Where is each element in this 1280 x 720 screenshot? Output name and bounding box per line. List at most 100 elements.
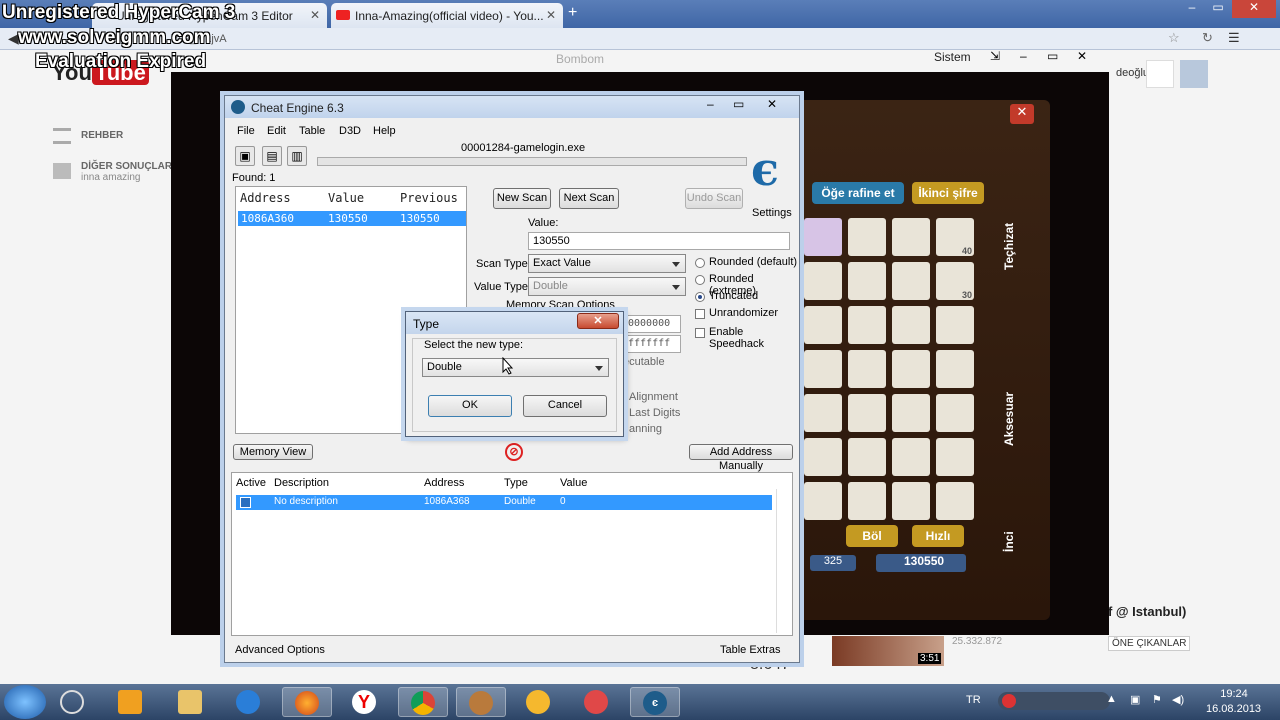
type-select[interactable]: Double	[422, 358, 609, 377]
active-checkbox[interactable]	[240, 497, 251, 508]
clock-date[interactable]: 16.08.2013	[1206, 703, 1261, 715]
featured-badge[interactable]: ÖNE ÇIKANLAR	[1108, 636, 1191, 651]
value-input[interactable]: 130550	[528, 232, 790, 250]
game-close-icon[interactable]: ✕	[1077, 49, 1087, 63]
inventory-slot[interactable]	[804, 438, 842, 476]
inventory-slot[interactable]	[892, 306, 930, 344]
minimize-icon[interactable]: –	[1178, 0, 1206, 18]
table-scrollbar[interactable]	[776, 489, 790, 633]
new-tab-icon[interactable]: +	[568, 4, 577, 22]
flag-icon[interactable]: ⚑	[1152, 693, 1162, 706]
star-icon[interactable]: ☆	[1168, 30, 1180, 46]
advanced-options-link[interactable]: Advanced Options	[235, 644, 325, 656]
resize-icon[interactable]: ⇲	[990, 49, 1000, 63]
inventory-slot[interactable]	[892, 482, 930, 520]
inventory-slot[interactable]	[936, 350, 974, 388]
menu-file[interactable]: File	[237, 125, 255, 137]
taskbar-app[interactable]	[572, 687, 622, 717]
quick-button[interactable]: Hızlı	[912, 525, 964, 547]
inventory-slot[interactable]	[892, 350, 930, 388]
radio-rounded-extreme[interactable]	[695, 275, 705, 285]
col-address[interactable]: Address	[424, 477, 464, 489]
memory-view-button[interactable]: Memory View	[233, 444, 313, 460]
taskbar-app[interactable]	[48, 687, 98, 717]
col-active[interactable]: Active	[236, 477, 266, 489]
inventory-slot[interactable]: 30	[936, 262, 974, 300]
split-button[interactable]: Böl	[846, 525, 898, 547]
undo-scan-button[interactable]: Undo Scan	[685, 188, 743, 209]
inventory-slot[interactable]	[848, 482, 886, 520]
col-value[interactable]: Value	[560, 477, 587, 489]
inventory-slot[interactable]	[936, 438, 974, 476]
unrandomizer-checkbox[interactable]	[695, 309, 705, 319]
taskbar-app[interactable]	[398, 687, 448, 717]
result-row[interactable]: 1086A360 130550 130550	[238, 211, 466, 226]
inventory-slot[interactable]	[936, 482, 974, 520]
menu-icon[interactable]: ☰	[1228, 30, 1240, 46]
new-scan-button[interactable]: New Scan	[493, 188, 551, 209]
tab-close-icon[interactable]: ✕	[310, 8, 320, 22]
save-icon[interactable]: ▥	[287, 146, 307, 166]
col-previous[interactable]: Previous	[400, 191, 458, 205]
speedhack-checkbox[interactable]	[695, 328, 705, 338]
menu-edit[interactable]: Edit	[267, 125, 286, 137]
radio-rounded-default[interactable]	[695, 258, 705, 268]
clock-time[interactable]: 19:24	[1214, 688, 1254, 700]
ok-button[interactable]: OK	[428, 395, 512, 417]
maximize-icon[interactable]: ▭	[1204, 0, 1232, 18]
value-type-select[interactable]: Double	[528, 277, 686, 296]
volume-icon[interactable]: ◀)	[1172, 693, 1184, 706]
reload-icon[interactable]: ↻	[1202, 30, 1213, 46]
network-icon[interactable]: ▣	[1130, 693, 1140, 706]
col-type[interactable]: Type	[504, 477, 528, 489]
open-process-icon[interactable]: ▣	[235, 146, 255, 166]
menu-d3d[interactable]: D3D	[339, 125, 361, 137]
start-address-input[interactable]: 0000000	[623, 315, 681, 333]
inventory-slot[interactable]	[848, 262, 886, 300]
ce-close-icon[interactable]: ✕	[767, 97, 777, 111]
cancel-button[interactable]: Cancel	[523, 395, 607, 417]
inventory-slot[interactable]	[892, 438, 930, 476]
inventory-slot[interactable]	[804, 394, 842, 432]
stop-address-input[interactable]: fffffff	[623, 335, 681, 353]
game-minimize-icon[interactable]: –	[1020, 49, 1027, 63]
ce-minimize-icon[interactable]: –	[707, 97, 714, 111]
table-row[interactable]: No description 1086A368 Double 0	[236, 495, 772, 510]
add-address-button[interactable]: Add Address Manually	[689, 444, 793, 472]
taskbar-app[interactable]: Y	[340, 687, 390, 717]
col-description[interactable]: Description	[274, 477, 329, 489]
taskbar-app[interactable]	[106, 687, 156, 717]
inventory-slot[interactable]	[848, 394, 886, 432]
browser-tab-active[interactable]: Inna-Amazing(official video) - You... ✕	[331, 3, 563, 28]
inventory-slot[interactable]	[892, 218, 930, 256]
radio-truncated[interactable]	[695, 292, 705, 302]
game-close-button[interactable]: ✕	[1010, 104, 1034, 124]
open-file-icon[interactable]: ▤	[262, 146, 282, 166]
dialog-close-icon[interactable]: ✕	[577, 313, 619, 329]
stop-icon[interactable]: ⊘	[505, 443, 523, 461]
menu-table[interactable]: Table	[299, 125, 325, 137]
inventory-slot[interactable]	[848, 306, 886, 344]
game-maximize-icon[interactable]: ▭	[1047, 49, 1058, 63]
col-address[interactable]: Address	[240, 191, 291, 205]
language-indicator[interactable]: TR	[966, 694, 981, 706]
nav-rehber[interactable]: REHBER	[81, 130, 123, 141]
refine-tab[interactable]: Öğe rafine et	[812, 182, 904, 204]
inventory-slot[interactable]	[848, 218, 886, 256]
tab-close-icon[interactable]: ✕	[546, 8, 556, 22]
nav-other-results[interactable]: DİĞER SONUÇLAR	[81, 161, 172, 172]
side-video-title[interactable]: of @ Istanbul)	[1100, 604, 1186, 619]
taskbar-app[interactable]	[456, 687, 506, 717]
record-stop-icon[interactable]	[1002, 694, 1016, 708]
next-scan-button[interactable]: Next Scan	[559, 188, 619, 209]
taskbar-app[interactable]	[166, 687, 216, 717]
inventory-slot[interactable]	[804, 262, 842, 300]
taskbar-app[interactable]: є	[630, 687, 680, 717]
inventory-slot[interactable]	[804, 218, 842, 256]
notification-button[interactable]	[1146, 60, 1174, 88]
taskbar-app[interactable]	[224, 687, 274, 717]
taskbar-app[interactable]	[514, 687, 564, 717]
inventory-slot[interactable]	[848, 438, 886, 476]
inventory-slot[interactable]: 40	[936, 218, 974, 256]
start-button[interactable]	[4, 685, 46, 719]
